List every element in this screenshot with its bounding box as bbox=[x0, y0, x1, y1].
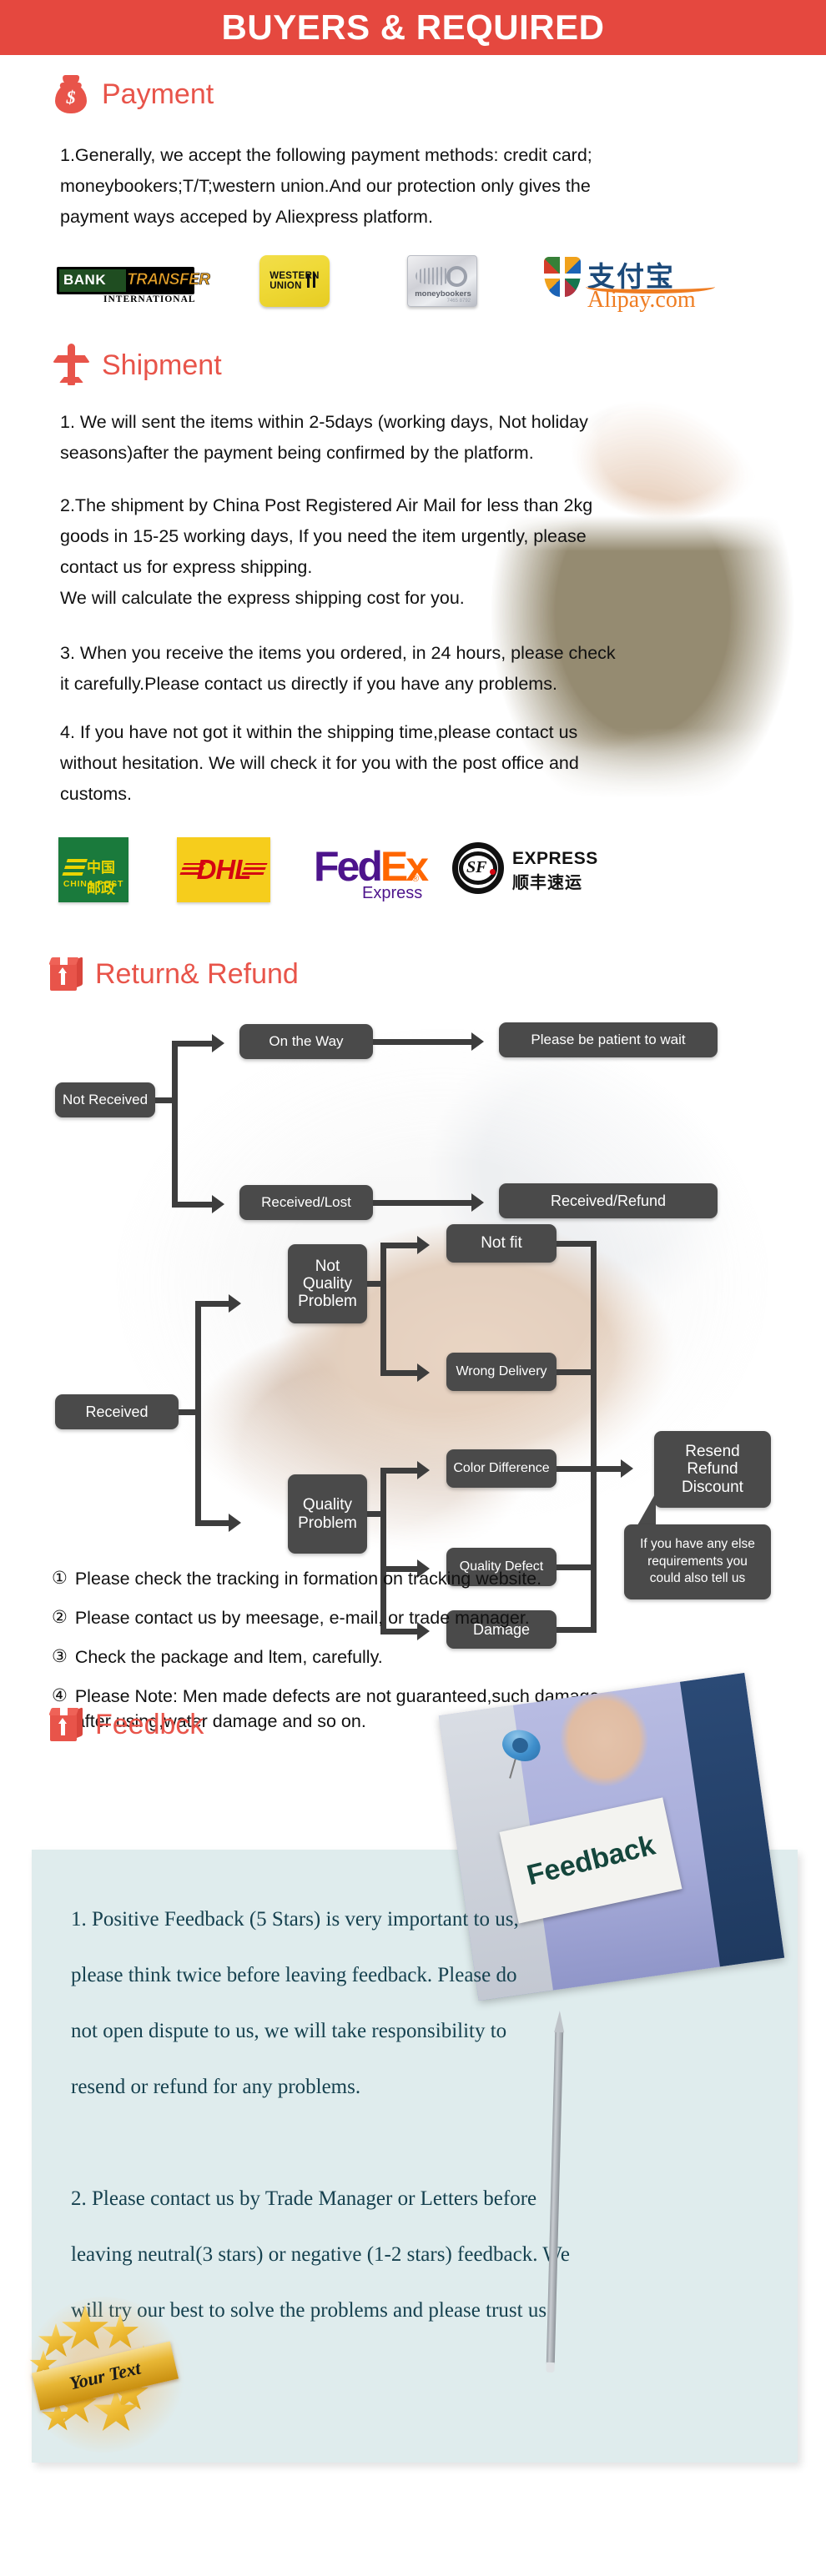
shipment-para-3: 3. When you receive the items you ordere… bbox=[60, 643, 616, 694]
note-text: Check the package and ltem, carefully. bbox=[74, 1647, 383, 1667]
feedback-sign-text: Feedback bbox=[523, 1829, 658, 1891]
fedex-primary: Fed bbox=[314, 843, 383, 890]
page-title: BUYERS & REQUIRED bbox=[221, 8, 605, 47]
returns-heading-label: Return& Refund bbox=[95, 957, 299, 990]
china-post-primary: 中国邮政 bbox=[87, 860, 115, 897]
badge-ribbon-text: Your Text bbox=[67, 2357, 143, 2394]
moneybookers-primary: moneybookers bbox=[415, 289, 471, 299]
note-text: Please contact us by meesage, e-mail, or… bbox=[74, 1608, 530, 1628]
feedback-heading-label: Feedbck bbox=[95, 1708, 204, 1740]
feedback-section-heading: Feedbck bbox=[48, 1706, 204, 1743]
moneybookers-secondary: 7465 8792 bbox=[446, 299, 471, 304]
note-number: ② bbox=[52, 1608, 68, 1627]
list-item: ③ Check the package and ltem, carefully. bbox=[52, 1645, 786, 1670]
airplane-icon bbox=[52, 344, 90, 387]
pushpin-icon bbox=[498, 1725, 545, 1779]
fedex-tertiary: Express bbox=[362, 884, 423, 902]
five-star-badge: Your Text bbox=[24, 2297, 184, 2453]
bank-transfer-primary: BANK bbox=[63, 272, 107, 288]
payment-logo-row: BANK TRANSFER INTERNATIONAL WESTERN UNIO… bbox=[57, 240, 808, 313]
alipay-secondary: Alipay.com bbox=[587, 287, 696, 313]
alipay-logo: 支付宝 Alipay.com bbox=[544, 255, 719, 313]
bank-transfer-logo: BANK TRANSFER INTERNATIONAL bbox=[57, 265, 210, 307]
feedback-body-text: 1. Positive Feedback (5 Stars) is very i… bbox=[71, 1908, 570, 2322]
fedex-secondary: Ex bbox=[380, 843, 429, 890]
shipment-heading-label: Shipment bbox=[102, 349, 222, 381]
money-bag-icon: $ bbox=[52, 73, 90, 115]
payment-body-text: 1.Generally, we accept the following pay… bbox=[60, 145, 592, 227]
list-item: ② Please contact us by meesage, e-mail, … bbox=[52, 1605, 786, 1630]
bank-transfer-tertiary: INTERNATIONAL bbox=[103, 294, 196, 304]
china-post-secondary: CHINA POST bbox=[63, 879, 124, 889]
dhl-logo: DHL bbox=[177, 837, 270, 902]
payment-section-heading: $ Payment bbox=[52, 73, 214, 115]
china-post-logo: 中国邮政 CHINA POST bbox=[58, 837, 128, 902]
western-union-logo: WESTERN UNION bbox=[259, 255, 330, 307]
note-text: Please check the tracking in formation o… bbox=[74, 1569, 542, 1589]
shipment-para-1: 1. We will sent the items within 2-5days… bbox=[60, 412, 588, 463]
box-icon bbox=[48, 956, 83, 992]
moneybookers-logo: moneybookers 7465 8792 bbox=[407, 255, 477, 307]
shipment-para-4: 4. If you have not got it within the shi… bbox=[60, 722, 579, 804]
shipment-section-heading: Shipment bbox=[52, 344, 222, 387]
shipping-logo-row: 中国邮政 CHINA POST DHL FedEx ® Express SF E… bbox=[58, 834, 818, 902]
sf-tertiary: 顺丰速运 bbox=[512, 872, 582, 892]
list-item: ① Please check the tracking in formation… bbox=[52, 1566, 786, 1591]
sf-primary: SF bbox=[466, 858, 487, 876]
box-icon bbox=[48, 1706, 83, 1743]
returns-section-heading: Return& Refund bbox=[48, 956, 299, 992]
bank-transfer-secondary: TRANSFER bbox=[127, 271, 211, 289]
payment-heading-label: Payment bbox=[102, 78, 214, 110]
note-number: ① bbox=[52, 1569, 68, 1588]
page-banner: BUYERS & REQUIRED bbox=[0, 0, 826, 55]
handshake-background-photo bbox=[100, 992, 784, 1576]
shipment-para-2: 2.The shipment by China Post Registered … bbox=[60, 495, 593, 608]
fedex-registered-mark: ® bbox=[412, 874, 420, 884]
fedex-logo: FedEx ® Express bbox=[314, 837, 429, 902]
sf-secondary: EXPRESS bbox=[512, 849, 598, 868]
sf-express-logo: SF EXPRESS 顺丰速运 bbox=[452, 837, 602, 902]
note-number: ③ bbox=[52, 1647, 68, 1666]
